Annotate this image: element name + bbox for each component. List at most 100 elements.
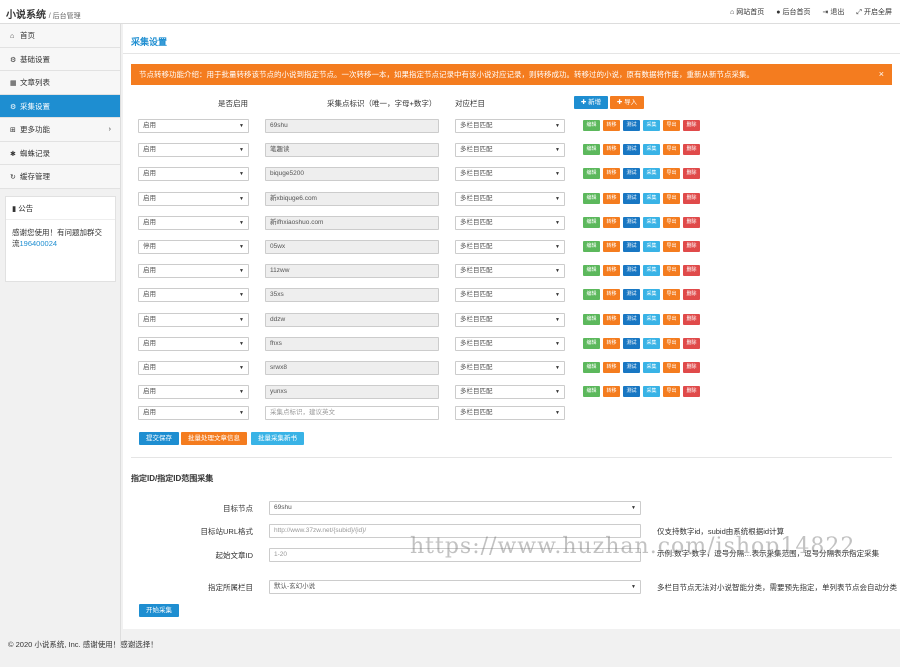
delete-button[interactable]: 删除 <box>683 265 700 277</box>
transfer-button[interactable]: 转移 <box>603 120 620 131</box>
enabled-select[interactable]: 启用 ▼ <box>138 336 249 351</box>
export-button[interactable]: 导出 <box>663 144 680 156</box>
node-id-input[interactable]: fhxs <box>265 336 439 351</box>
collect-button[interactable]: 采集 <box>643 313 660 325</box>
transfer-button[interactable]: 转移 <box>603 168 620 180</box>
edit-button[interactable]: 编辑 <box>583 289 600 301</box>
test-button[interactable]: 测试 <box>623 192 640 204</box>
nav-admin-home[interactable]: ● 后台首页 <box>776 7 810 17</box>
category-select[interactable]: 多栏目匹配 ▼ <box>455 119 565 133</box>
brand[interactable]: 小说系统 / 后台管理 <box>6 6 81 21</box>
delete-button[interactable]: 删除 <box>683 313 700 325</box>
enabled-select[interactable]: 启用 ▼ <box>138 215 249 230</box>
edit-button[interactable]: 编辑 <box>583 192 600 204</box>
collect-button[interactable]: 采集 <box>643 241 660 252</box>
edit-button[interactable]: 编辑 <box>583 216 600 228</box>
export-button[interactable]: 导出 <box>663 386 680 398</box>
collect-button[interactable]: 采集 <box>643 289 660 301</box>
target-node-select[interactable]: 69shu ▼ <box>269 501 641 515</box>
edit-button[interactable]: 编辑 <box>583 337 600 349</box>
enabled-select[interactable]: 启用 ▼ <box>138 143 249 158</box>
category-select[interactable]: 多栏目匹配 ▼ <box>455 385 565 400</box>
edit-button[interactable]: 编辑 <box>583 168 600 180</box>
collect-button[interactable]: 采集 <box>643 386 660 398</box>
sidebar-item-article-list[interactable]: ▦ 文章列表 <box>0 71 120 95</box>
add-node-button[interactable]: ✚ 新增 <box>574 96 608 109</box>
test-button[interactable]: 测试 <box>623 120 640 131</box>
export-button[interactable]: 导出 <box>663 192 680 204</box>
category-select[interactable]: 多栏目匹配 ▼ <box>455 312 565 327</box>
category-select[interactable]: 多栏目匹配 ▼ <box>455 167 565 182</box>
delete-button[interactable]: 删除 <box>683 192 700 204</box>
export-button[interactable]: 导出 <box>663 313 680 325</box>
enabled-select[interactable]: 启用 ▼ <box>138 264 249 279</box>
transfer-button[interactable]: 转移 <box>603 192 620 204</box>
delete-button[interactable]: 删除 <box>683 362 700 373</box>
collect-button[interactable]: 采集 <box>643 337 660 349</box>
enabled-select[interactable]: 启用 ▼ <box>138 288 249 303</box>
transfer-button[interactable]: 转移 <box>603 362 620 373</box>
edit-button[interactable]: 编辑 <box>583 313 600 325</box>
collect-button[interactable]: 采集 <box>643 216 660 228</box>
transfer-button[interactable]: 转移 <box>603 289 620 301</box>
export-button[interactable]: 导出 <box>663 168 680 180</box>
test-button[interactable]: 测试 <box>623 362 640 373</box>
test-button[interactable]: 测试 <box>623 241 640 252</box>
enabled-select[interactable]: 启用 ▼ <box>138 119 249 133</box>
node-id-input[interactable]: 新xbiquge6.com <box>265 191 439 206</box>
delete-button[interactable]: 删除 <box>683 168 700 180</box>
export-button[interactable]: 导出 <box>663 241 680 252</box>
delete-button[interactable]: 删除 <box>683 337 700 349</box>
test-button[interactable]: 测试 <box>623 386 640 398</box>
enabled-select[interactable]: 启用 ▼ <box>138 406 249 420</box>
sidebar-item-cache[interactable]: ↻ 缓存管理 <box>0 165 120 189</box>
collect-button[interactable]: 采集 <box>643 120 660 131</box>
node-id-input[interactable]: yunxs <box>265 385 439 400</box>
test-button[interactable]: 测试 <box>623 289 640 301</box>
node-id-input[interactable]: ddzw <box>265 312 439 327</box>
collect-button[interactable]: 采集 <box>643 265 660 277</box>
node-id-input[interactable]: 05wx <box>265 240 439 254</box>
enabled-select[interactable]: 启用 ▼ <box>138 385 249 400</box>
nav-site-home[interactable]: ⌂ 网站首页 <box>730 7 764 17</box>
sidebar-item-collect-settings[interactable]: ⚙ 采集设置 <box>0 94 120 118</box>
sidebar-item-spider-log[interactable]: ✱ 蜘蛛记录 <box>0 141 120 165</box>
node-id-input[interactable]: 新ifhxiaoshuo.com <box>265 215 439 230</box>
node-id-input[interactable]: 笔趣读 <box>265 143 439 158</box>
export-button[interactable]: 导出 <box>663 337 680 349</box>
edit-button[interactable]: 编辑 <box>583 386 600 398</box>
node-id-input[interactable]: biquge5200 <box>265 167 439 182</box>
transfer-button[interactable]: 转移 <box>603 265 620 277</box>
sidebar-item-more[interactable]: ⊞ 更多功能 › <box>0 118 120 142</box>
test-button[interactable]: 测试 <box>623 337 640 349</box>
node-id-input[interactable]: 35xs <box>265 288 439 303</box>
category-select[interactable]: 多栏目匹配 ▼ <box>455 264 565 279</box>
export-button[interactable]: 导出 <box>663 265 680 277</box>
delete-button[interactable]: 删除 <box>683 216 700 228</box>
edit-button[interactable]: 编辑 <box>583 241 600 252</box>
node-id-input[interactable]: 69shu <box>265 119 439 133</box>
category-select[interactable]: 多栏目匹配 ▼ <box>455 288 565 303</box>
category-select[interactable]: 多栏目匹配 ▼ <box>455 143 565 158</box>
edit-button[interactable]: 编辑 <box>583 120 600 131</box>
notice-group-link[interactable]: 196400024 <box>20 239 58 248</box>
test-button[interactable]: 测试 <box>623 313 640 325</box>
edit-button[interactable]: 编辑 <box>583 265 600 277</box>
test-button[interactable]: 测试 <box>623 216 640 228</box>
delete-button[interactable]: 删除 <box>683 386 700 398</box>
test-button[interactable]: 测试 <box>623 144 640 156</box>
transfer-button[interactable]: 转移 <box>603 144 620 156</box>
transfer-button[interactable]: 转移 <box>603 313 620 325</box>
delete-button[interactable]: 删除 <box>683 144 700 156</box>
enabled-select[interactable]: 启用 ▼ <box>138 167 249 182</box>
enabled-select[interactable]: 启用 ▼ <box>138 361 249 375</box>
submit-save-button[interactable]: 提交保存 <box>139 432 179 445</box>
sidebar-item-basic-settings[interactable]: ⚙ 基础设置 <box>0 47 120 71</box>
test-button[interactable]: 测试 <box>623 265 640 277</box>
delete-button[interactable]: 删除 <box>683 120 700 131</box>
nav-fullscreen[interactable]: ⤢ 开启全屏 <box>856 7 892 17</box>
enabled-select[interactable]: 停用 ▼ <box>138 240 249 254</box>
export-button[interactable]: 导出 <box>663 362 680 373</box>
export-button[interactable]: 导出 <box>663 216 680 228</box>
sidebar-item-home[interactable]: ⌂ 首页 <box>0 24 120 48</box>
